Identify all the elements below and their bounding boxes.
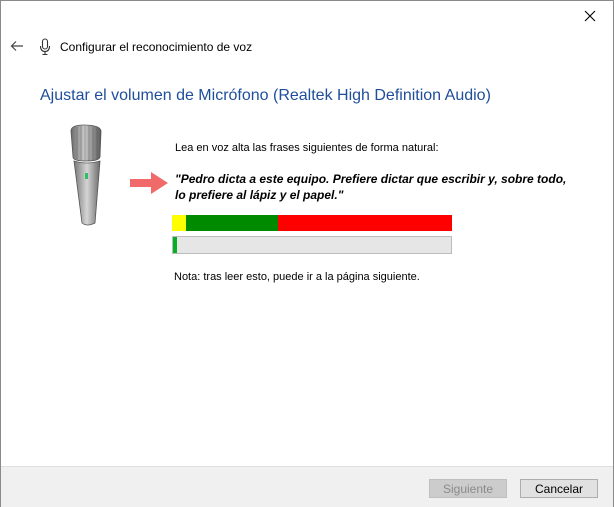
meter-zone-0: [172, 215, 186, 231]
microphone-illustration: [70, 124, 102, 226]
arrow-left-icon: [10, 41, 23, 51]
volume-meter: [172, 215, 452, 231]
microphone-icon: [39, 38, 51, 56]
cancel-button[interactable]: Cancelar: [520, 479, 598, 498]
close-icon: [584, 10, 596, 22]
page-heading: Ajustar el volumen de Micrófono (Realtek…: [40, 87, 491, 104]
titlebar: [1, 1, 613, 31]
arrow-right-icon: [130, 172, 168, 194]
wizard-window: Configurar el reconocimiento de voz Ajus…: [0, 0, 614, 507]
meter-zone-1: [186, 215, 279, 231]
close-button[interactable]: [575, 5, 605, 27]
note-text: Nota: tras leer esto, puede ir a la pági…: [174, 271, 420, 283]
next-button[interactable]: Siguiente: [429, 479, 507, 498]
nav-bar: Configurar el reconocimiento de voz: [1, 33, 613, 61]
phrase-text: "Pedro dicta a este equipo. Prefiere dic…: [175, 172, 567, 202]
back-button[interactable]: [7, 36, 27, 56]
input-level-fill: [173, 237, 178, 253]
meter-zone-2: [278, 215, 452, 231]
instruction-text: Lea en voz alta las frases siguientes de…: [175, 142, 439, 154]
nav-title: Configurar el reconocimiento de voz: [60, 40, 253, 54]
input-level-bar: [172, 236, 452, 254]
footer: Siguiente Cancelar: [1, 466, 613, 507]
